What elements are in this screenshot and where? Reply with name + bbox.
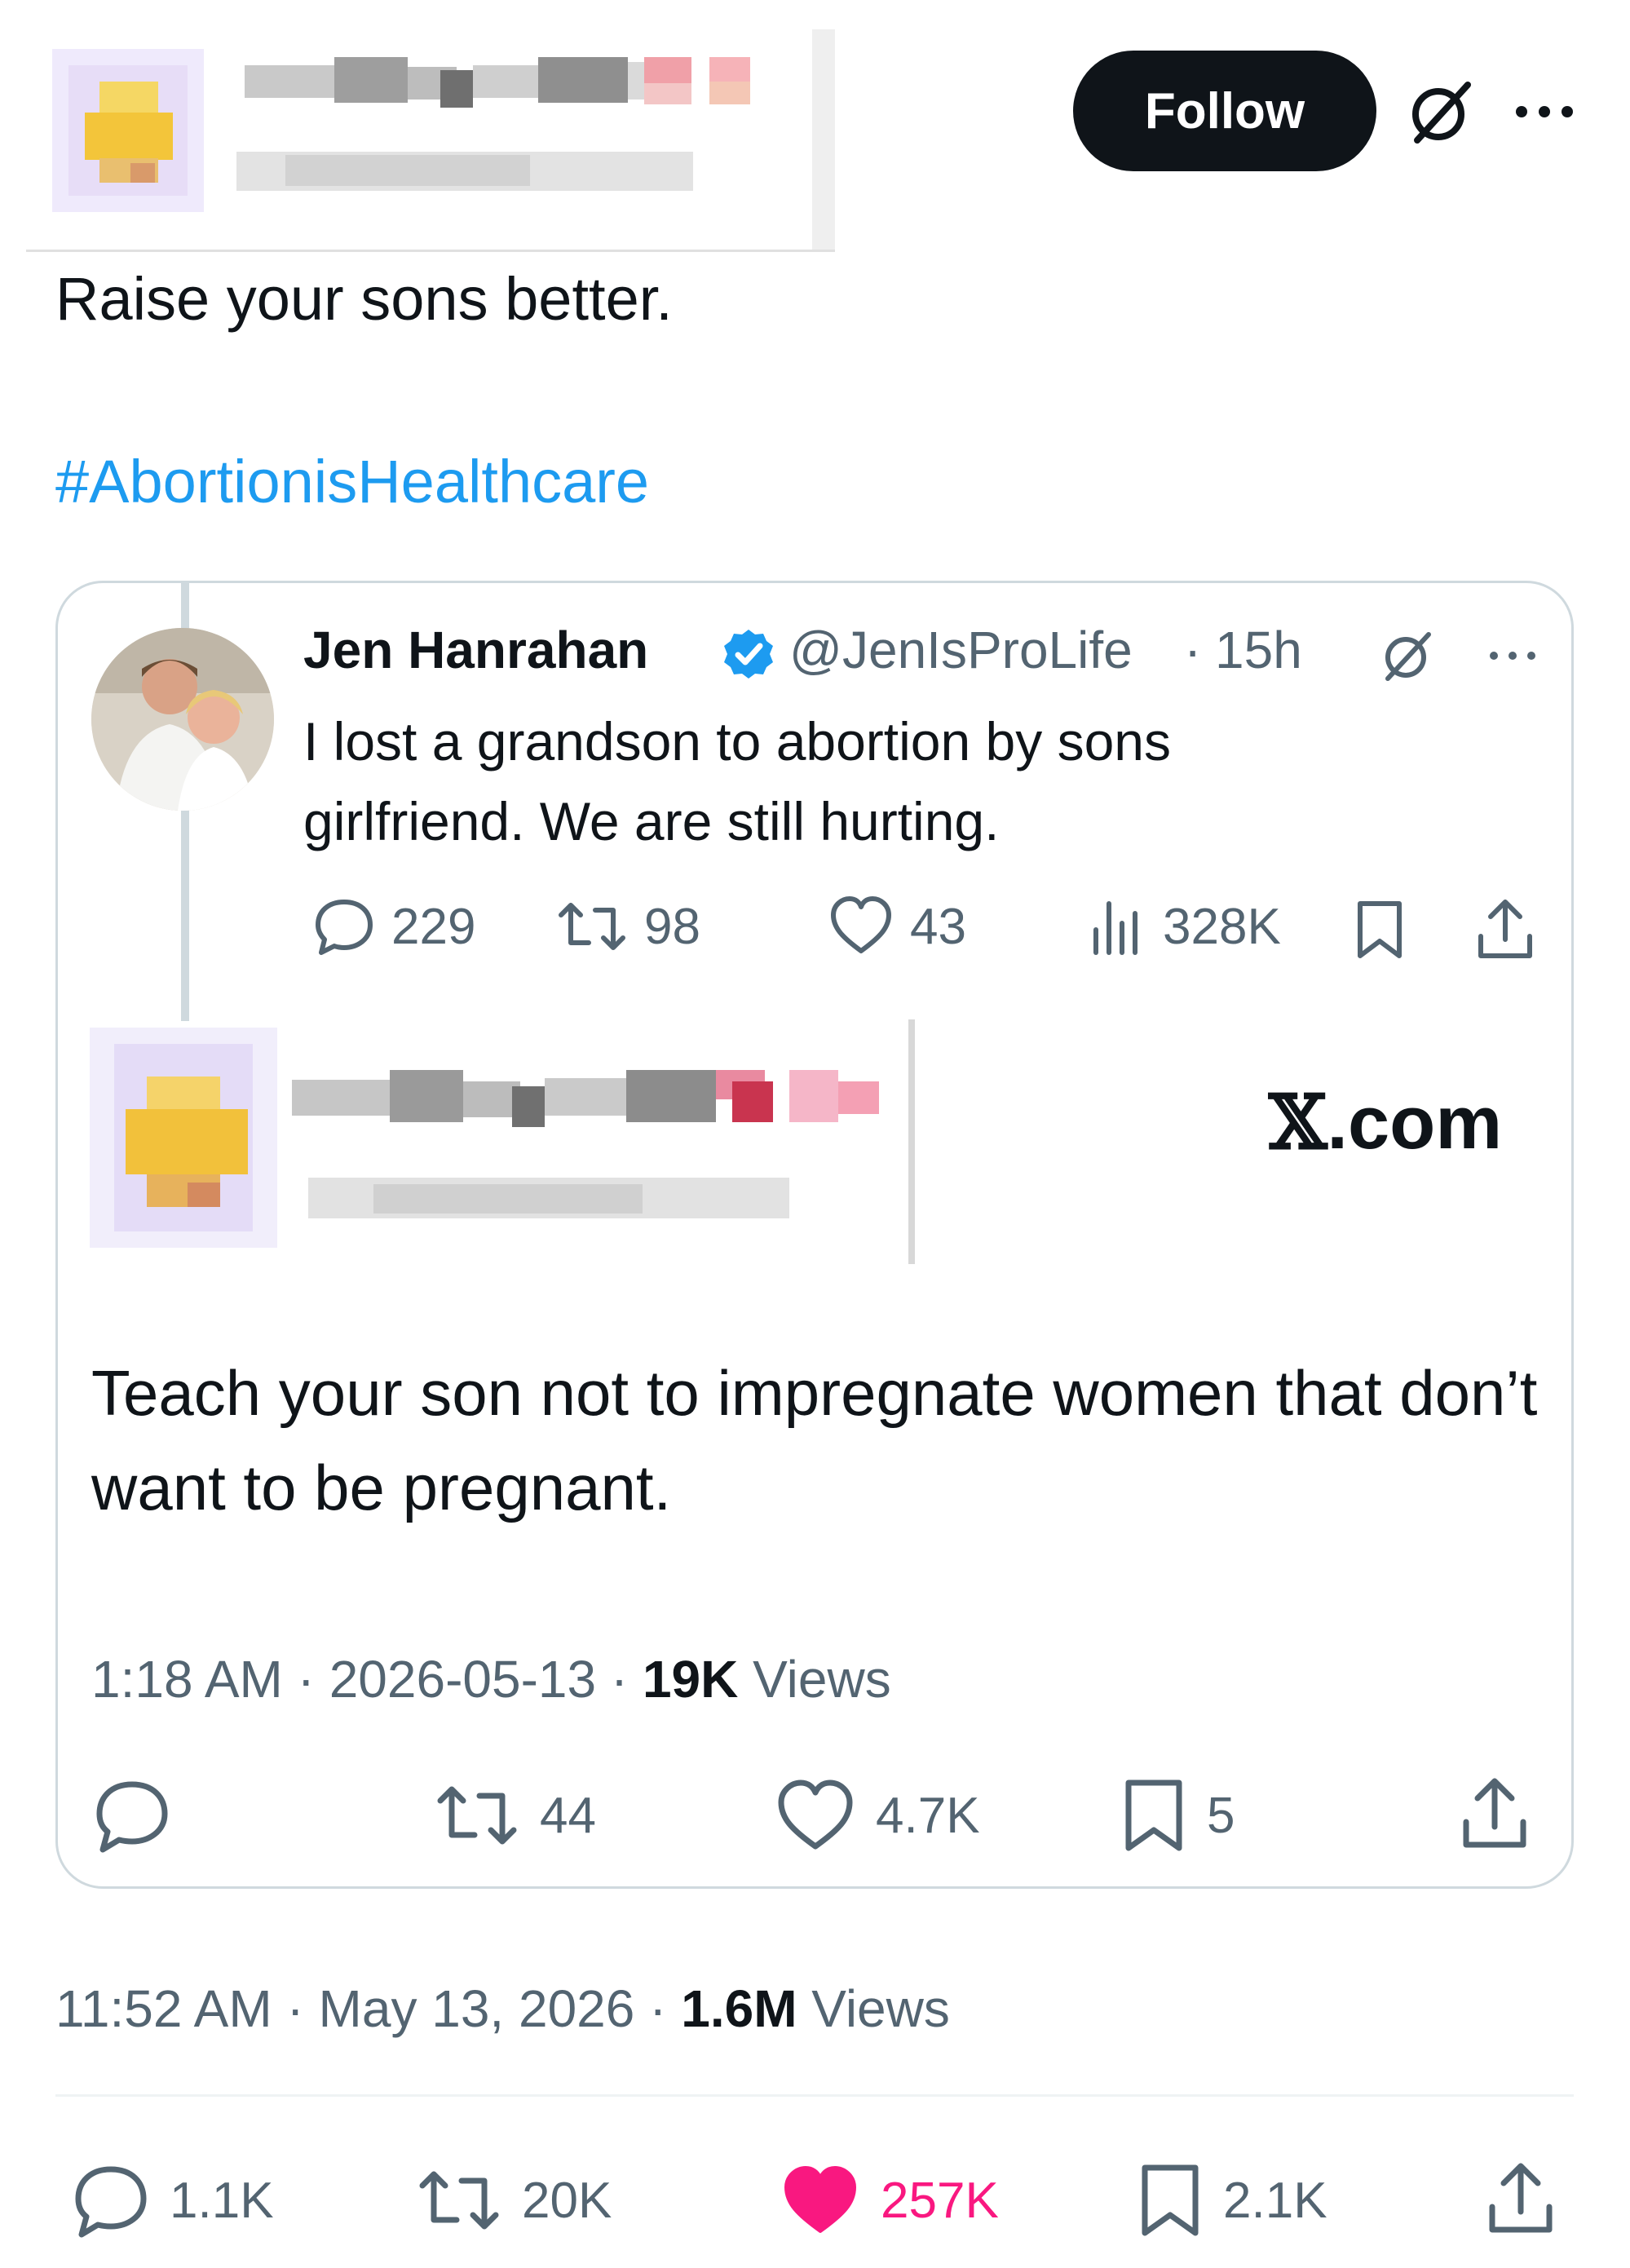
bookmark-metric[interactable]: 2.1K: [1135, 2161, 1327, 2239]
post-views-count: 1.6M: [681, 1979, 797, 2038]
more-icon[interactable]: [1512, 99, 1577, 124]
separator-dot: ·: [286, 1979, 304, 2038]
quoted-meta-line: 1:18 AM · 2026-05-13 · 19K Views: [91, 1649, 891, 1709]
inner-like-metric[interactable]: 43: [827, 894, 966, 959]
reply-author-name-redacted[interactable]: [292, 1065, 895, 1130]
share-icon[interactable]: [1458, 1773, 1531, 1855]
verified-icon: [722, 628, 775, 680]
post-meta-line: 11:52 AM · May 13, 2026 · 1.6M Views: [55, 1978, 950, 2039]
post-time[interactable]: 11:52 AM: [55, 1979, 272, 2038]
like-icon: [831, 896, 891, 953]
author-handle-redacted: [236, 144, 693, 201]
separator-dot: ·: [1184, 621, 1202, 679]
avatar[interactable]: [91, 628, 274, 811]
inner-reply-metric[interactable]: 229: [311, 894, 475, 959]
share-icon[interactable]: [1484, 2158, 1557, 2239]
repost-metric[interactable]: 20K: [414, 2161, 612, 2239]
quoted-reply-text: Teach your son not to impregnate women t…: [91, 1357, 1538, 1523]
quoted-post-age[interactable]: 15h: [1215, 620, 1302, 680]
quoted-author-name[interactable]: Jen Hanrahan: [303, 620, 648, 680]
like-metric[interactable]: 257K: [778, 2161, 999, 2239]
bookmark-icon: [1125, 1779, 1182, 1851]
post-date[interactable]: May 13, 2026: [319, 1979, 635, 2038]
like-icon: [778, 1779, 853, 1850]
quoted-author-handle[interactable]: @JenIsProLife: [789, 620, 1133, 680]
quoted-repost-count: 44: [540, 1787, 596, 1844]
quoted-date[interactable]: 2026-05-13: [329, 1650, 596, 1709]
quoted-like-count: 4.7K: [876, 1787, 980, 1844]
views-icon: [1093, 901, 1137, 955]
quoted-time[interactable]: 1:18 AM: [91, 1650, 283, 1709]
repost-icon: [559, 903, 625, 950]
bookmark-icon[interactable]: [1350, 897, 1409, 962]
repost-icon: [437, 1786, 517, 1845]
author-avatar-redacted[interactable]: [52, 49, 204, 212]
reply-author-avatar-redacted[interactable]: [90, 1028, 277, 1248]
post-text: Raise your sons better.: [55, 265, 673, 333]
grok-icon[interactable]: [1406, 78, 1474, 147]
quoted-views-count: 19K: [642, 1650, 739, 1709]
reply-author-handle-redacted: [308, 1171, 789, 1228]
reply-metric[interactable]: 1.1K: [70, 2161, 274, 2239]
reply-header-edge: [908, 1019, 915, 1264]
separator-dot: ·: [297, 1650, 315, 1709]
quoted-bookmark-metric[interactable]: 5: [1119, 1776, 1235, 1855]
hashtag-link[interactable]: #AbortionisHealthcare: [55, 447, 649, 516]
grok-icon[interactable]: [1378, 628, 1435, 685]
quoted-like-metric[interactable]: 4.7K: [773, 1776, 980, 1855]
quoted-views-label: Views: [753, 1650, 891, 1709]
header-edge: [812, 29, 835, 250]
inner-repost-metric[interactable]: 98: [554, 894, 700, 959]
header-divider: [26, 250, 835, 252]
inner-repost-count: 98: [644, 898, 700, 955]
bookmark-icon: [1142, 2164, 1199, 2236]
inner-views-count: 328K: [1163, 898, 1281, 955]
x-com-text: .com: [1327, 1081, 1503, 1165]
author-name-redacted[interactable]: [228, 54, 791, 108]
like-count: 257K: [881, 2172, 999, 2229]
separator-dot: ·: [649, 1979, 667, 2038]
repost-icon: [419, 2171, 499, 2230]
separator-dot: ·: [610, 1650, 629, 1709]
share-icon[interactable]: [1474, 895, 1536, 964]
inner-reply-count: 229: [391, 898, 476, 955]
like-icon: [784, 2166, 856, 2233]
quoted-bookmark-count: 5: [1207, 1787, 1235, 1844]
inner-like-count: 43: [910, 898, 966, 955]
repost-count: 20K: [522, 2172, 612, 2229]
reply-icon: [316, 900, 373, 955]
follow-button[interactable]: Follow: [1073, 51, 1376, 171]
reply-count: 1.1K: [170, 2172, 274, 2229]
bookmark-count: 2.1K: [1223, 2172, 1327, 2229]
inner-views-metric[interactable]: 328K: [1089, 894, 1281, 959]
action-bar-divider: [55, 2094, 1574, 2097]
x-com-label: 𝕏.com: [1269, 1078, 1502, 1166]
quoted-original-text: I lost a grandson to abortion by sons gi…: [303, 711, 1171, 851]
reply-icon[interactable]: [91, 1776, 173, 1855]
quoted-repost-metric[interactable]: 44: [432, 1776, 596, 1855]
post-views-label: Views: [811, 1979, 950, 2038]
more-icon[interactable]: [1486, 646, 1539, 665]
x-logo-icon: 𝕏: [1269, 1078, 1327, 1166]
reply-icon: [75, 2166, 147, 2238]
